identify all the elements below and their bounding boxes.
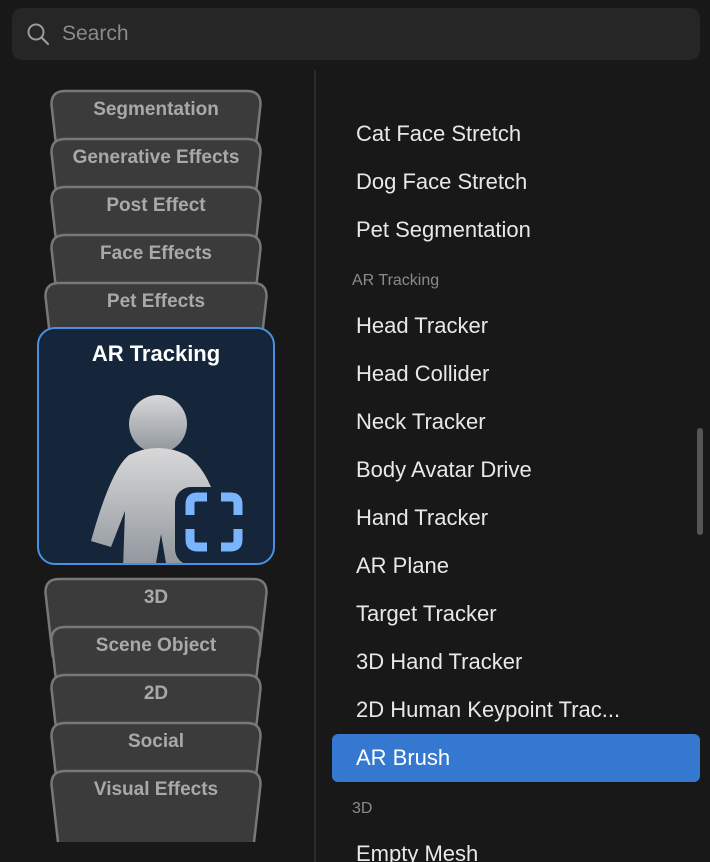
category-tab-label: 3D [143, 587, 169, 608]
category-tab-label: Generative Effects [72, 147, 240, 168]
category-carousel: Segmentation Generative Effects Post Effec… [0, 70, 314, 842]
category-tab-label: Visual Effects [93, 779, 219, 800]
category-tab-label: 2D [143, 683, 169, 704]
section-header: AR Tracking [352, 272, 440, 289]
category-tab-label: Pet Effects [106, 291, 206, 312]
list-item[interactable]: Target Tracker [332, 590, 700, 638]
search-input[interactable] [62, 8, 682, 60]
list-item[interactable]: Head Collider [332, 350, 700, 398]
list-item[interactable]: Neck Tracker [332, 398, 700, 446]
scrollbar[interactable] [697, 428, 703, 535]
category-tab-label: Social [128, 731, 184, 752]
list-item[interactable]: Hand Tracker [332, 494, 700, 542]
effect-list: Cat Face Stretch Dog Face Stretch Pet Segm… [316, 70, 710, 862]
list-item[interactable]: Head Tracker [332, 302, 700, 350]
list-item[interactable]: 2D Human Keypoint Trac... [332, 686, 700, 734]
list-item[interactable]: Empty Mesh [332, 830, 700, 862]
category-tab-label: Segmentation [93, 99, 219, 120]
list-item[interactable]: Cat Face Stretch [332, 110, 700, 158]
list-item[interactable]: AR Plane [332, 542, 700, 590]
category-tab-label: Face Effects [100, 243, 212, 264]
category-tab-visual-effects[interactable]: Visual Effects [50, 769, 262, 842]
search-bar[interactable] [12, 8, 700, 60]
list-item[interactable]: Body Avatar Drive [332, 446, 700, 494]
category-tab-ar-tracking[interactable]: AR Tracking [37, 327, 275, 565]
list-item[interactable]: 3D Hand Tracker [332, 638, 700, 686]
list-item[interactable]: Dog Face Stretch [332, 158, 700, 206]
search-icon [27, 23, 50, 46]
category-tab-label: Scene Object [95, 635, 217, 656]
category-tab-label: AR Tracking [91, 341, 221, 366]
category-tab-label: Post Effect [106, 195, 206, 216]
list-item[interactable]: AR Brush [332, 734, 700, 782]
list-item[interactable]: Pet Segmentation [332, 206, 700, 254]
section-header: 3D [352, 800, 373, 817]
